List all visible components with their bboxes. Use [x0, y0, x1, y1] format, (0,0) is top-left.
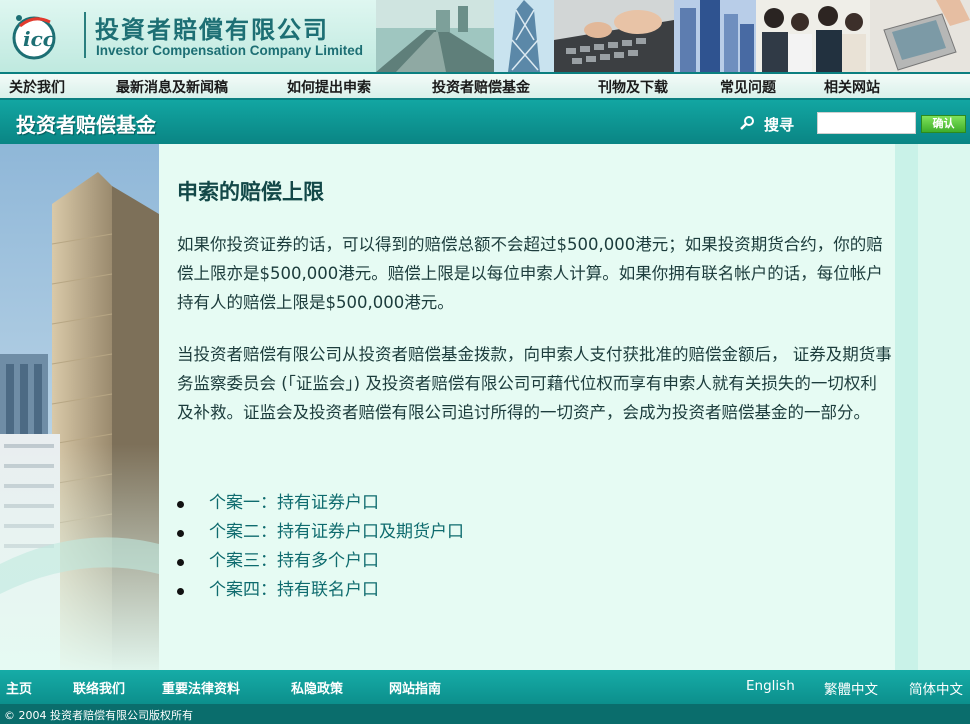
- main-nav: 关於我们 最新消息及新闻稿 如何提出申索 投资者赔偿基金 刊物及下载 常见问题 …: [0, 72, 970, 100]
- right-decor-strip: [918, 144, 970, 670]
- section-title: 投资者赔偿基金: [16, 113, 156, 137]
- company-name-english: Investor Compensation Company Limited: [96, 43, 364, 58]
- svg-text:icc: icc: [23, 27, 55, 51]
- search-input[interactable]: [817, 112, 916, 134]
- header-banner-photos: [376, 0, 970, 72]
- company-name-chinese: 投資者賠償有限公司: [95, 15, 329, 44]
- right-decor-strip: [895, 144, 918, 670]
- copyright-text: © 2004 投资者赔偿有限公司版权所有: [4, 709, 193, 722]
- bullet-icon: [177, 559, 184, 566]
- building-photo: [0, 144, 159, 670]
- page-title: 申索的赔偿上限: [177, 180, 324, 204]
- nav-make-claim[interactable]: 如何提出申索: [287, 77, 371, 97]
- footer-legal[interactable]: 重要法律资料: [162, 678, 240, 697]
- nav-faq[interactable]: 常见问题: [720, 77, 776, 97]
- footer-home[interactable]: 主页: [6, 678, 32, 697]
- footer-site-guide[interactable]: 网站指南: [389, 678, 441, 697]
- icc-logo-mark: icc: [12, 15, 56, 60]
- magnifier-icon: [740, 116, 754, 130]
- compensation-limit-paragraph: 如果你投资证券的话，可以得到的赔偿总额不会超过$500,000港元；如果投资期货…: [177, 235, 883, 312]
- logo-divider: [84, 12, 86, 58]
- subrogation-paragraph: 当投资者赔偿有限公司从投资者赔偿基金拨款，向申索人支付获批准的赔偿金额后， 证券…: [177, 345, 892, 422]
- site-header: icc 投資者賠償有限公司 Investor Compensation Comp…: [0, 0, 970, 72]
- case-link-4[interactable]: 个案四：持有联名户口: [209, 576, 379, 605]
- footer-privacy[interactable]: 私隐政策: [291, 678, 343, 697]
- nav-related-sites[interactable]: 相关网站: [824, 77, 880, 97]
- footer-nav: 主页 联络我们 重要法律资料 私隐政策 网站指南 English 繁體中文 简体…: [0, 670, 970, 704]
- case-link-1[interactable]: 个案一：持有证券户口: [209, 489, 379, 518]
- lang-simplified-chinese[interactable]: 简体中文: [909, 678, 963, 698]
- main-content: 申索的赔偿上限 如果你投资证券的话，可以得到的赔偿总额不会超过$500,000港…: [159, 144, 895, 670]
- bullet-icon: [177, 501, 184, 508]
- footer-contact[interactable]: 联络我们: [73, 678, 125, 697]
- case-link-2[interactable]: 个案二：持有证券户口及期货户口: [209, 518, 464, 547]
- bullet-icon: [177, 588, 184, 595]
- lang-english[interactable]: English: [746, 678, 795, 694]
- nav-news[interactable]: 最新消息及新闻稿: [116, 77, 228, 97]
- case-link-3[interactable]: 个案三：持有多个户口: [209, 547, 379, 576]
- company-logo[interactable]: icc 投資者賠償有限公司 Investor Compensation Comp…: [0, 0, 376, 72]
- nav-publications[interactable]: 刊物及下载: [598, 77, 668, 97]
- nav-icf[interactable]: 投资者赔偿基金: [432, 77, 530, 97]
- search-confirm-button[interactable]: 确认: [921, 115, 966, 133]
- lang-traditional-chinese[interactable]: 繁體中文: [824, 678, 878, 698]
- copyright-bar: © 2004 投资者赔偿有限公司版权所有: [0, 704, 970, 724]
- nav-about[interactable]: 关於我们: [9, 77, 65, 97]
- search-label: 搜寻: [764, 116, 795, 134]
- bullet-icon: [177, 530, 184, 537]
